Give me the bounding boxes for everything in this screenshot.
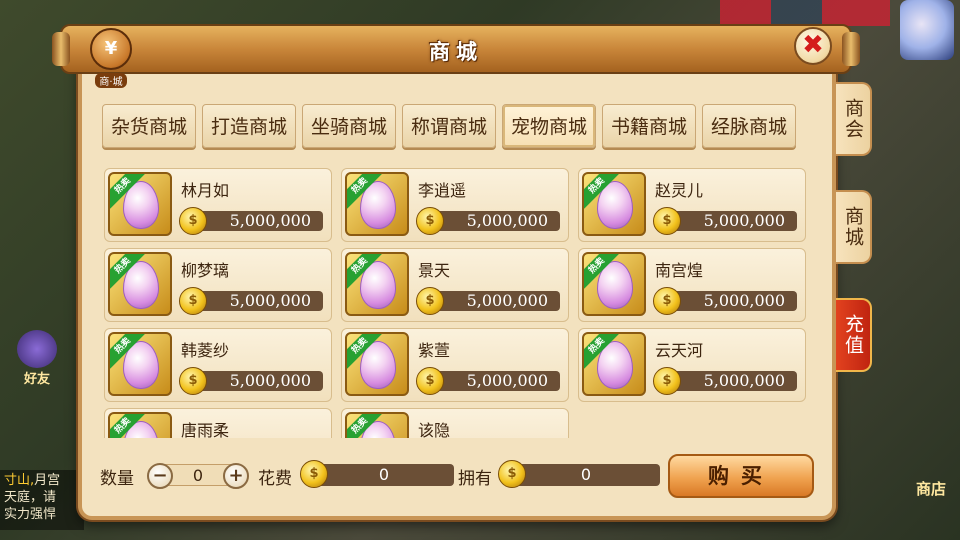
pet-price: 5,000,000 xyxy=(193,211,323,231)
category-tabs: 杂货商城 打造商城 坐骑商城 称谓商城 宠物商城 书籍商城 经脉商城 xyxy=(102,104,798,150)
pet-name: 景天 xyxy=(418,261,451,280)
pet-name: 南宫煌 xyxy=(655,261,704,280)
gold-coin-icon: $ xyxy=(416,367,444,395)
gold-coin-icon: $ xyxy=(498,460,526,488)
pet-item-card[interactable]: 热卖 柳梦璃 $5,000,000 xyxy=(104,248,332,322)
chat-line: 寸山,月宫 xyxy=(4,473,61,488)
side-tab-recharge[interactable]: 充值 xyxy=(836,298,872,372)
pet-name: 林月如 xyxy=(181,181,230,200)
friend-label: 好友 xyxy=(23,372,50,387)
pet-name: 柳梦璃 xyxy=(181,261,230,280)
pet-name: 紫萱 xyxy=(418,341,451,360)
chat-line: 实力强悍 xyxy=(4,507,57,522)
tab-mount[interactable]: 坐骑商城 xyxy=(302,104,396,148)
shop-button[interactable]: 商店 xyxy=(906,470,956,510)
owned-label: 拥有 xyxy=(458,469,492,489)
pet-item-card[interactable]: 热卖 紫萱 $5,000,000 xyxy=(341,328,569,402)
pet-egg-frame: 热卖 xyxy=(582,252,646,316)
gold-coin-icon: $ xyxy=(416,207,444,235)
gold-coin-icon: $ xyxy=(653,207,681,235)
pet-item-card[interactable]: 热卖该隐$5,000,000 xyxy=(341,408,569,438)
player-avatar[interactable] xyxy=(900,0,954,60)
pet-egg-frame: 热卖 xyxy=(345,412,409,438)
pet-name: 赵灵儿 xyxy=(655,181,704,200)
pet-item-card[interactable]: 热卖 林月如 $5,000,000 xyxy=(104,168,332,242)
gold-coin-icon: $ xyxy=(416,287,444,315)
gold-coin-icon: $ xyxy=(179,367,207,395)
side-tab-shop[interactable]: 商城 xyxy=(836,190,872,264)
chat-box[interactable]: 寸山,月宫 天庭，请 实力强悍 xyxy=(0,470,84,530)
pet-egg-frame: 热卖 xyxy=(582,172,646,236)
item-grid: 热卖 林月如 $5,000,000 热卖 李逍遥 $5,000,000 热卖 赵灵儿 $5,00… xyxy=(104,168,816,438)
owned-value: 0 xyxy=(512,464,660,486)
pet-item-card[interactable]: 热卖 云天河 $5,000,000 xyxy=(578,328,806,402)
pet-name: 该隐 xyxy=(418,421,451,438)
page-title: 商城 xyxy=(429,40,483,64)
background-status-bars xyxy=(720,0,890,26)
shop-badge: ¥ 商·城 xyxy=(86,28,136,88)
gold-coin-icon: $ xyxy=(300,460,328,488)
pet-egg-frame: 热卖 xyxy=(108,332,172,396)
pet-item-card[interactable]: 热卖 韩菱纱 $5,000,000 xyxy=(104,328,332,402)
pet-name: 唐雨柔 xyxy=(181,421,230,438)
coin-bag-icon: ¥ xyxy=(90,28,132,70)
pet-egg-frame: 热卖 xyxy=(345,172,409,236)
tab-grocery[interactable]: 杂货商城 xyxy=(102,104,196,148)
friend-icon xyxy=(17,330,57,368)
title-bar: 商城 xyxy=(52,24,860,74)
pet-price: 5,000,000 xyxy=(193,371,323,391)
cost-value: 0 xyxy=(314,464,454,486)
quantity-stepper[interactable]: − 0 + xyxy=(147,463,249,489)
pet-price: 5,000,000 xyxy=(430,211,560,231)
close-button[interactable]: ✖ xyxy=(794,27,832,65)
pet-name: 李逍遥 xyxy=(418,181,467,200)
cost-label: 花费 xyxy=(258,469,292,489)
pet-item-card[interactable]: 热卖 南宫煌 $5,000,000 xyxy=(578,248,806,322)
purchase-bar: 数量 − 0 + 花费 $ 0 拥有 $ 0 购买 xyxy=(100,454,820,498)
gold-coin-icon: $ xyxy=(179,287,207,315)
pet-egg-frame: 热卖 xyxy=(108,252,172,316)
gold-coin-icon: $ xyxy=(179,207,207,235)
pet-item-card[interactable]: 热卖唐雨柔$5,000,000 xyxy=(104,408,332,438)
pet-price: 5,000,000 xyxy=(667,371,797,391)
pet-name: 韩菱纱 xyxy=(181,341,230,360)
pet-item-card[interactable]: 热卖 景天 $5,000,000 xyxy=(341,248,569,322)
side-tab-guild-market[interactable]: 商会 xyxy=(836,82,872,156)
pet-egg-frame: 热卖 xyxy=(345,252,409,316)
pet-price: 5,000,000 xyxy=(430,371,560,391)
tab-forge[interactable]: 打造商城 xyxy=(202,104,296,148)
gold-coin-icon: $ xyxy=(653,367,681,395)
pet-price: 5,000,000 xyxy=(430,291,560,311)
increase-button[interactable]: + xyxy=(223,463,249,489)
tab-pet[interactable]: 宠物商城 xyxy=(502,104,596,148)
chat-line: 天庭，请 xyxy=(4,490,57,505)
pet-egg-frame: 热卖 xyxy=(108,412,172,438)
buy-button[interactable]: 购买 xyxy=(668,454,814,498)
tab-books[interactable]: 书籍商城 xyxy=(602,104,696,148)
pet-egg-frame: 热卖 xyxy=(345,332,409,396)
gold-coin-icon: $ xyxy=(653,287,681,315)
tab-title[interactable]: 称谓商城 xyxy=(402,104,496,148)
pet-price: 5,000,000 xyxy=(193,291,323,311)
pet-price: 5,000,000 xyxy=(667,291,797,311)
friend-button[interactable]: 好友 xyxy=(12,330,62,387)
pet-name: 云天河 xyxy=(655,341,704,360)
quantity-label: 数量 xyxy=(100,469,134,489)
pet-egg-frame: 热卖 xyxy=(582,332,646,396)
tab-meridian[interactable]: 经脉商城 xyxy=(702,104,796,148)
pet-item-card[interactable]: 热卖 赵灵儿 $5,000,000 xyxy=(578,168,806,242)
pet-egg-frame: 热卖 xyxy=(108,172,172,236)
pet-price: 5,000,000 xyxy=(667,211,797,231)
shop-badge-label: 商·城 xyxy=(95,73,127,88)
pet-item-card[interactable]: 热卖 李逍遥 $5,000,000 xyxy=(341,168,569,242)
